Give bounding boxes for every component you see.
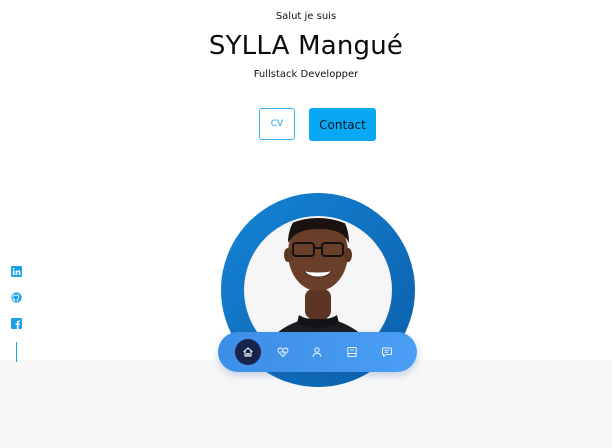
nav-about-button[interactable] (305, 340, 329, 364)
portfolio-icon (347, 347, 357, 357)
linkedin-icon[interactable] (11, 266, 22, 277)
nav-portfolio-button[interactable] (340, 340, 364, 364)
user-icon (312, 347, 322, 358)
nav-home-button[interactable] (235, 339, 261, 365)
hero-name: SYLLA Mangué (208, 31, 404, 61)
hero-role: Fullstack Developper (253, 69, 359, 80)
message-icon (382, 347, 392, 357)
facebook-icon[interactable] (11, 318, 22, 329)
home-icon (243, 347, 253, 357)
services-icon (277, 347, 289, 358)
cv-button[interactable]: CV (259, 108, 295, 140)
contact-button[interactable]: Contact (309, 108, 376, 141)
nav-contact-button[interactable] (375, 340, 399, 364)
github-icon[interactable] (11, 292, 22, 303)
nav-services-button[interactable] (271, 340, 295, 364)
bottom-navbar (218, 332, 417, 372)
social-divider-line (16, 342, 17, 362)
hero-greeting: Salut je suis (275, 11, 337, 22)
